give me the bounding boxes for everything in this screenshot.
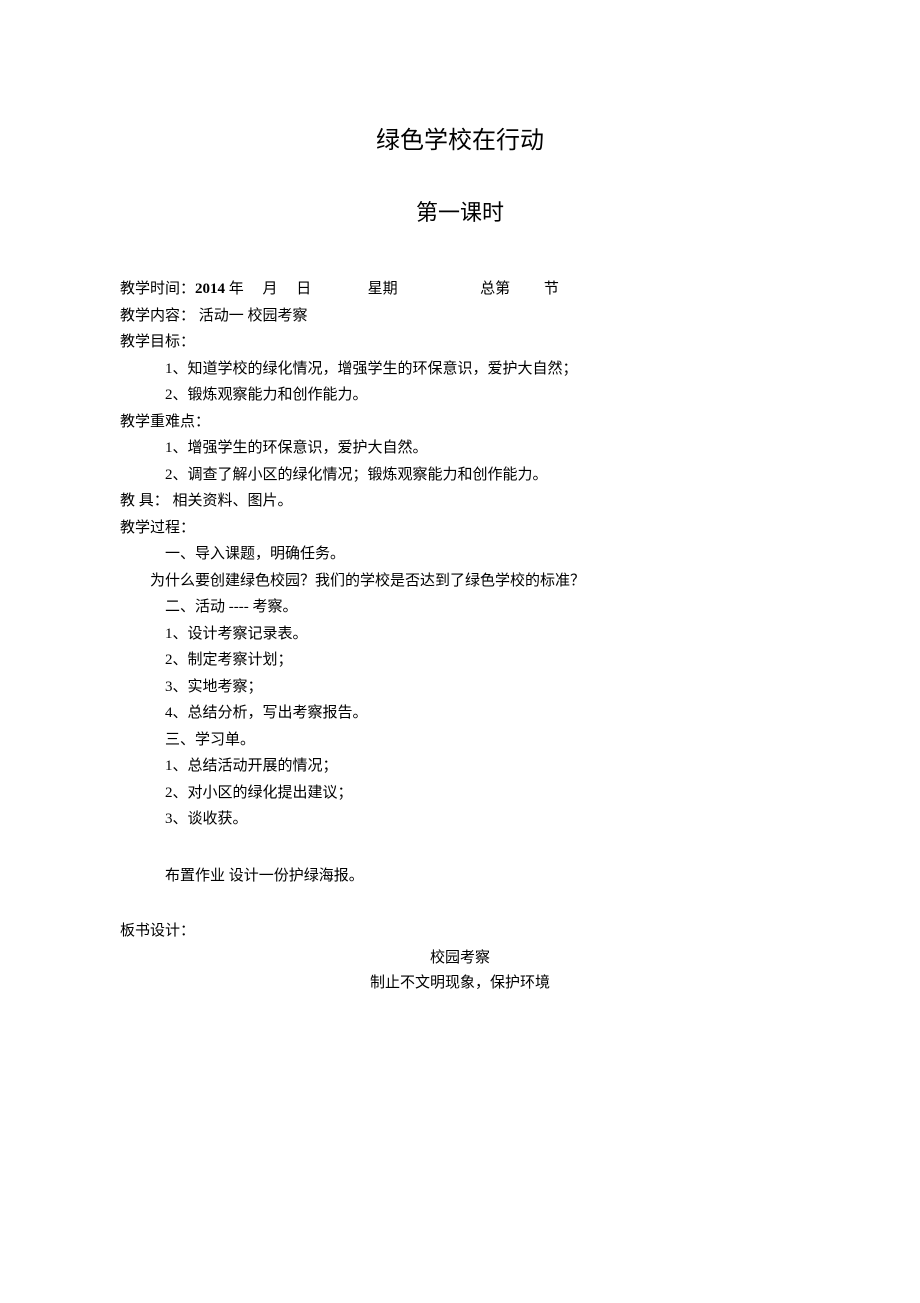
document-body: 教学时间： 2014 年 月 日 星期 总第 节 教学内容： 活动一 校园考察 … — [120, 277, 800, 997]
board-content: 制止不文明现象，保护环境 — [120, 971, 800, 997]
process-item: 1、设计考察记录表。 — [120, 622, 800, 648]
lesson-number: 第一课时 — [120, 195, 800, 227]
month-suffix: 月 — [263, 277, 278, 303]
process-item: 为什么要创建绿色校园？我们的学校是否达到了绿色学校的标准？ — [120, 569, 800, 595]
teaching-content-line: 教学内容： 活动一 校园考察 — [120, 304, 800, 330]
document-title: 绿色学校在行动 — [120, 120, 800, 155]
total-prefix: 总第 — [480, 277, 510, 303]
tools-text: 相关资料、图片。 — [173, 493, 293, 509]
difficulty-item: 2、调查了解小区的绿化情况；锻炼观察能力和创作能力。 — [120, 463, 800, 489]
week-label: 星期 — [368, 277, 398, 303]
difficulty-label: 教学重难点： — [120, 410, 800, 436]
board-label: 板书设计： — [120, 919, 800, 945]
content-label: 教学内容： — [120, 308, 195, 324]
teaching-time-line: 教学时间： 2014 年 月 日 星期 总第 节 — [120, 277, 800, 303]
total-gap — [398, 277, 481, 303]
day-gap — [278, 277, 297, 303]
day-suffix: 日 — [296, 277, 311, 303]
section-gap — [510, 277, 544, 303]
content-text: 活动一 校园考察 — [199, 308, 308, 324]
goal-label: 教学目标： — [120, 330, 800, 356]
tools-label: 教 具： — [120, 493, 169, 509]
process-item: 2、对小区的绿化提出建议； — [120, 781, 800, 807]
homework-line: 布置作业 设计一份护绿海报。 — [120, 864, 800, 890]
tools-line: 教 具： 相关资料、图片。 — [120, 489, 800, 515]
process-item: 二、活动 ---- 考察。 — [120, 595, 800, 621]
board-title: 校园考察 — [120, 946, 800, 972]
goal-item: 1、知道学校的绿化情况，增强学生的环保意识，爱护大自然； — [120, 357, 800, 383]
year-suffix: 年 — [225, 277, 244, 303]
section-suffix: 节 — [544, 277, 559, 303]
year-value: 2014 — [195, 277, 225, 303]
process-item: 一、导入课题，明确任务。 — [120, 542, 800, 568]
process-item: 1、总结活动开展的情况； — [120, 754, 800, 780]
process-item: 2、制定考察计划； — [120, 648, 800, 674]
goal-item: 2、锻炼观察能力和创作能力。 — [120, 383, 800, 409]
month-gap — [244, 277, 263, 303]
time-label: 教学时间： — [120, 277, 195, 303]
process-item: 3、实地考察； — [120, 675, 800, 701]
difficulty-item: 1、增强学生的环保意识，爱护大自然。 — [120, 436, 800, 462]
process-item: 3、谈收获。 — [120, 807, 800, 833]
process-item: 三、学习单。 — [120, 728, 800, 754]
process-label: 教学过程： — [120, 516, 800, 542]
week-gap — [311, 277, 367, 303]
process-item: 4、总结分析，写出考察报告。 — [120, 701, 800, 727]
